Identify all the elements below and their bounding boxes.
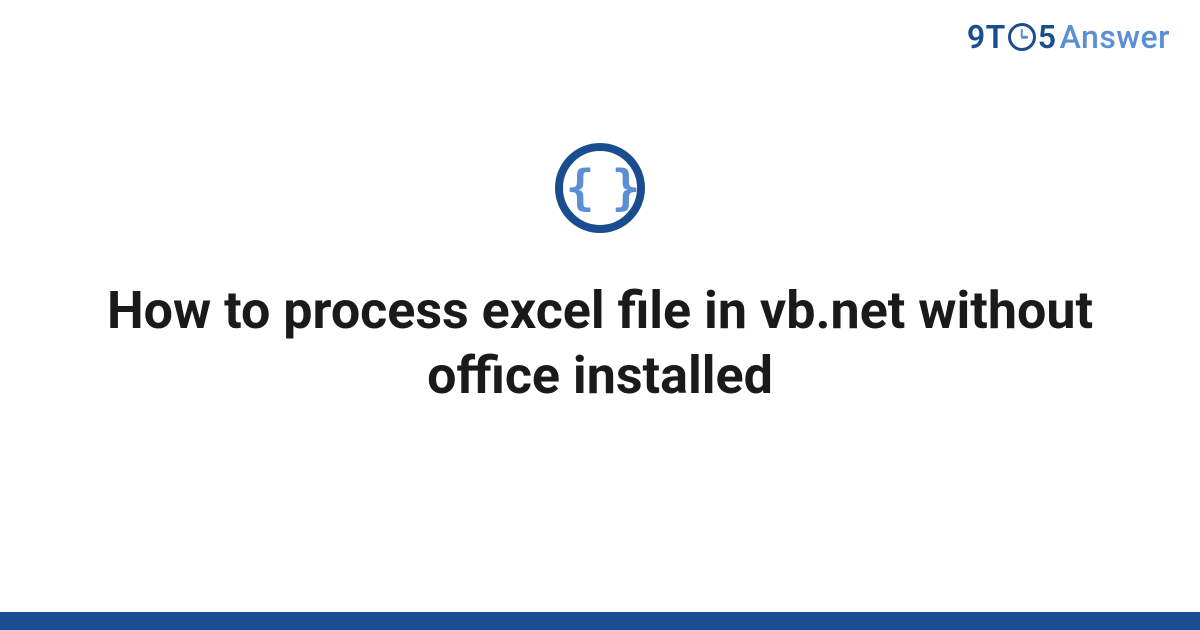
main-content: { } How to process excel file in vb.net …	[0, 0, 1200, 630]
footer-bar	[0, 612, 1200, 630]
page-title: How to process excel file in vb.net with…	[75, 278, 1125, 408]
braces-glyph: { }	[566, 164, 635, 212]
code-braces-icon: { }	[555, 143, 645, 233]
